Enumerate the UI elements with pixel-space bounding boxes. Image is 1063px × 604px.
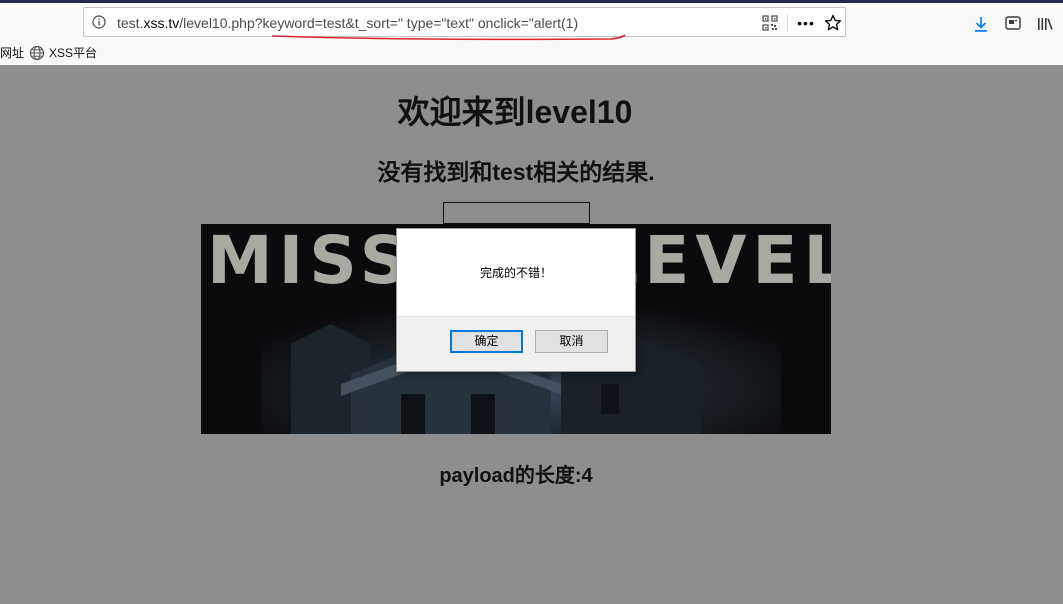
download-icon[interactable] bbox=[972, 15, 990, 33]
payload-length-text: payload的长度:4 bbox=[439, 465, 593, 487]
url-bar[interactable]: test.xss.tv/level10.php?keyword=test&t_s… bbox=[83, 7, 846, 41]
search-result-text: 没有找到和test相关的结果. bbox=[377, 159, 655, 185]
url-path: /level10.php?keyword=test&t_sort=" type=… bbox=[179, 15, 579, 31]
alert-message: 完成的不错！ bbox=[479, 266, 552, 280]
bookmark-star-icon[interactable] bbox=[823, 13, 843, 33]
url-host: xss.tv bbox=[143, 15, 180, 31]
url-bar-separator bbox=[787, 14, 788, 32]
search-input[interactable] bbox=[443, 202, 590, 224]
ok-button[interactable]: 确定 bbox=[450, 330, 523, 353]
browser-toolbar: test.xss.tv/level10.php?keyword=test&t_s… bbox=[0, 3, 1063, 41]
alert-dialog: 完成的不错！ 确定 取消 bbox=[396, 228, 636, 372]
library-icon[interactable] bbox=[1036, 15, 1054, 33]
url-host-prefix: test. bbox=[117, 15, 144, 31]
globe-icon bbox=[29, 45, 45, 61]
bookmark-item[interactable]: 网址 bbox=[0, 45, 24, 61]
page-title: 欢迎来到level10 bbox=[397, 94, 633, 130]
cancel-button[interactable]: 取消 bbox=[535, 330, 608, 353]
screenshot-icon[interactable] bbox=[1005, 15, 1021, 31]
qr-code-icon[interactable] bbox=[762, 15, 778, 31]
bookmark-label: XSS平台 bbox=[49, 46, 98, 60]
alert-dialog-body: 完成的不错！ bbox=[397, 229, 635, 317]
page-actions-more-icon[interactable]: ••• bbox=[796, 13, 816, 33]
url-text[interactable]: test.xss.tv/level10.php?keyword=test&t_s… bbox=[117, 13, 578, 33]
bookmarks-toolbar: 网址 XSS平台 bbox=[0, 41, 1063, 65]
info-icon[interactable] bbox=[92, 15, 106, 29]
